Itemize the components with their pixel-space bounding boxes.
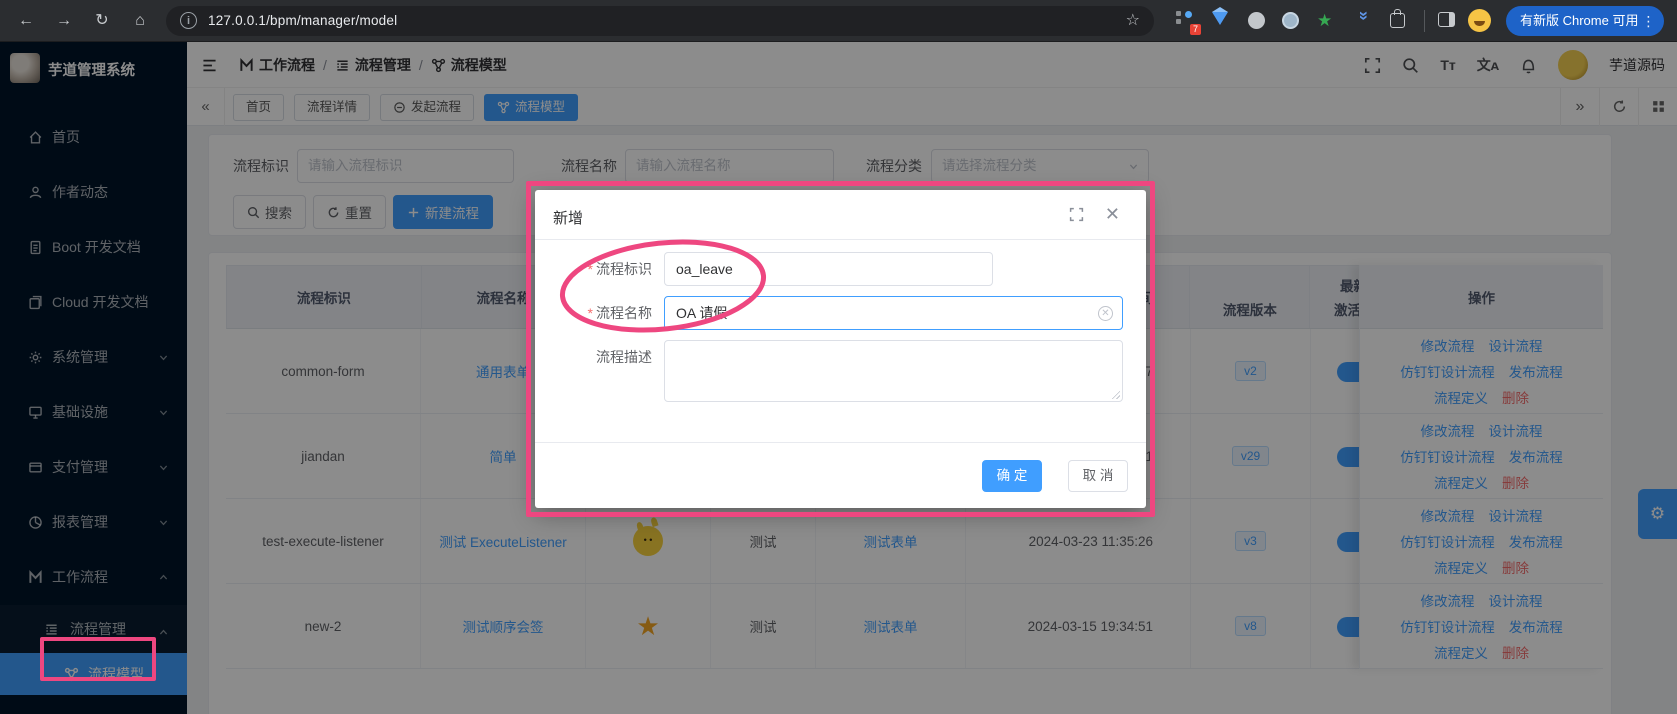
extension-icon[interactable]: ★ xyxy=(1317,11,1337,31)
browser-toolbar: ← → ↻ ⌂ i 127.0.0.1/bpm/manager/model ☆ … xyxy=(0,0,1677,42)
dialog-process-key-input[interactable]: oa_leave xyxy=(664,252,993,286)
address-bar[interactable]: i 127.0.0.1/bpm/manager/model ☆ xyxy=(166,6,1154,36)
bookmark-star-icon[interactable]: ☆ xyxy=(1126,10,1140,30)
cancel-button[interactable]: 取 消 xyxy=(1068,460,1128,492)
side-panel-icon[interactable] xyxy=(1438,12,1455,27)
required-asterisk: * xyxy=(588,261,593,277)
create-model-dialog: 新增 ✕ *流程标识 oa_leave *流程名称 OA 请假 ✕ 流程描述 确… xyxy=(535,190,1146,508)
toolbar-divider xyxy=(1424,10,1425,32)
dialog-title: 新增 xyxy=(553,207,583,228)
dialog-footer: 确 定 取 消 xyxy=(535,442,1146,508)
browser-back-icon[interactable]: ← xyxy=(14,9,38,33)
url-text[interactable]: 127.0.0.1/bpm/manager/model xyxy=(208,13,397,28)
dialog-process-name-input[interactable]: OA 请假 ✕ xyxy=(664,296,1123,330)
confirm-button[interactable]: 确 定 xyxy=(982,460,1042,492)
browser-profile-avatar[interactable] xyxy=(1468,9,1491,32)
browser-forward-icon[interactable]: → xyxy=(52,9,76,33)
extension-icon[interactable]: » xyxy=(1354,11,1374,31)
process-key-label: *流程标识 xyxy=(542,252,652,286)
extension-icon[interactable] xyxy=(1282,12,1299,29)
required-asterisk: * xyxy=(588,305,593,321)
chrome-update-label: 有新版 Chrome 可用 xyxy=(1520,13,1638,28)
browser-menu-icon[interactable]: ⋮ xyxy=(1641,6,1655,36)
extension-icon[interactable] xyxy=(1248,12,1265,29)
extension-icon[interactable] xyxy=(1212,12,1228,25)
site-info-icon[interactable]: i xyxy=(180,12,197,29)
browser-home-icon[interactable]: ⌂ xyxy=(128,9,152,33)
extension-badge: 7 xyxy=(1190,24,1201,35)
screenshot-root: ← → ↻ ⌂ i 127.0.0.1/bpm/manager/model ☆ … xyxy=(0,0,1677,714)
dialog-header: 新增 ✕ xyxy=(535,190,1146,240)
extension-icon[interactable]: 7 xyxy=(1176,11,1196,31)
process-description-label: 流程描述 xyxy=(542,340,652,374)
browser-reload-icon[interactable]: ↻ xyxy=(90,9,114,33)
textarea-resize-handle[interactable] xyxy=(1111,390,1120,399)
chrome-update-button[interactable]: 有新版 Chrome 可用 ⋮ xyxy=(1506,6,1664,36)
dialog-close-icon[interactable]: ✕ xyxy=(1105,204,1120,224)
dialog-process-description-textarea[interactable] xyxy=(664,340,1123,402)
dialog-fullscreen-icon[interactable] xyxy=(1069,207,1084,222)
process-name-label: *流程名称 xyxy=(542,296,652,330)
extensions-puzzle-icon[interactable] xyxy=(1390,13,1405,28)
clear-input-icon[interactable]: ✕ xyxy=(1098,306,1113,321)
